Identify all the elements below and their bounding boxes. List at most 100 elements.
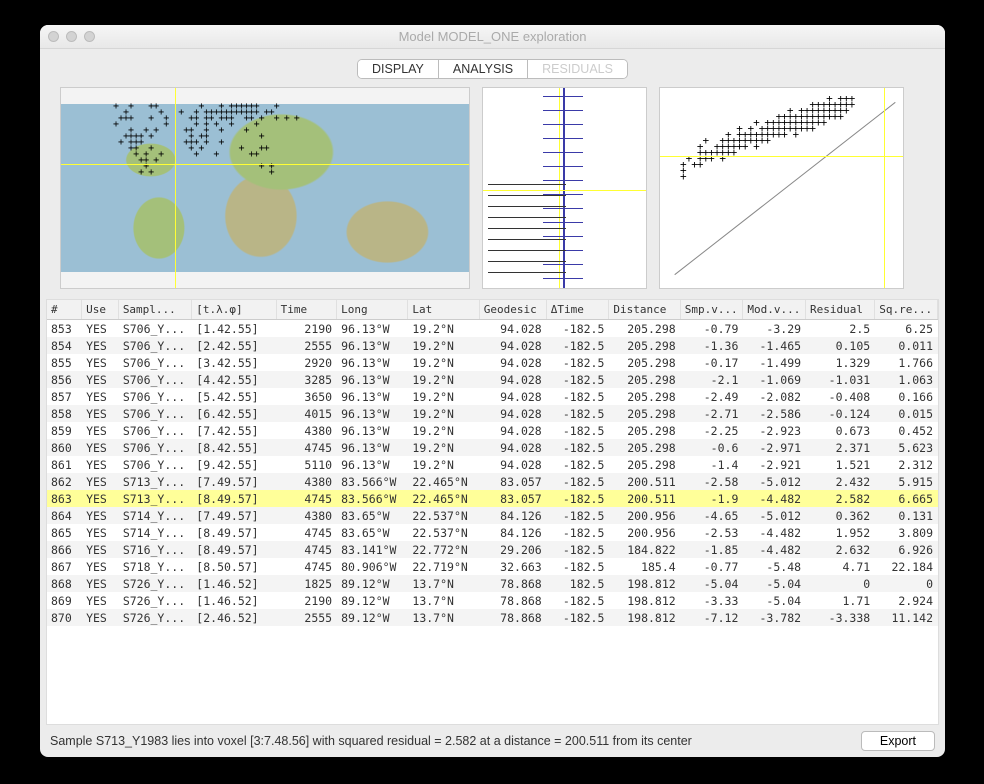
table-row[interactable]: 865YESS714_Y...[8.49.57]474583.65°W22.53… <box>47 524 938 541</box>
table-row[interactable]: 866YESS716_Y...[8.49.57]474583.141°W22.7… <box>47 541 938 558</box>
table-row[interactable]: 869YESS726_Y...[1.46.52]219089.12°W13.7°… <box>47 592 938 609</box>
close-icon[interactable] <box>48 31 59 42</box>
cell-lat: 22.772°N <box>408 541 479 558</box>
table-row[interactable]: 863YESS713_Y...[8.49.57]474583.566°W22.4… <box>47 490 938 507</box>
scatter-points: + +++ ++++++++ + +++++++++ ++++++++++++ … <box>680 96 854 180</box>
cell-mod: -5.04 <box>743 575 806 592</box>
table-row[interactable]: 859YESS706_Y...[7.42.55]438096.13°W19.2°… <box>47 422 938 439</box>
cell-smp: -1.9 <box>680 490 743 507</box>
table-row[interactable]: 854YESS706_Y...[2.42.55]255596.13°W19.2°… <box>47 337 938 354</box>
cell-samp: S706_Y... <box>118 354 191 371</box>
column-header[interactable]: ΔTime <box>546 300 609 320</box>
profile-panel[interactable] <box>482 87 647 289</box>
tab-analysis[interactable]: ANALYSIS <box>439 60 528 78</box>
column-header[interactable]: Use <box>82 300 119 320</box>
column-header[interactable]: Geodesic <box>479 300 546 320</box>
table-row[interactable]: 867YESS718_Y...[8.50.57]474580.906°W22.7… <box>47 558 938 575</box>
cell-geo: 84.126 <box>479 507 546 524</box>
cell-use: YES <box>82 507 119 524</box>
table-row[interactable]: 870YESS726_Y...[2.46.52]255589.12°W13.7°… <box>47 609 938 626</box>
table-row[interactable]: 857YESS706_Y...[5.42.55]365096.13°W19.2°… <box>47 388 938 405</box>
table-row[interactable]: 856YESS706_Y...[4.42.55]328596.13°W19.2°… <box>47 371 938 388</box>
column-header[interactable]: Sampl... <box>118 300 191 320</box>
traffic-lights <box>48 31 95 42</box>
cell-lat: 19.2°N <box>408 320 479 337</box>
column-header[interactable]: Long <box>337 300 408 320</box>
cell-voxel: [7.42.55] <box>192 422 276 439</box>
data-table[interactable]: #UseSampl...[t.λ.φ]TimeLongLatGeodesicΔT… <box>46 299 939 725</box>
column-header[interactable]: Distance <box>609 300 680 320</box>
cell-dt: -182.5 <box>546 524 609 541</box>
cell-time: 1825 <box>276 575 337 592</box>
table-row[interactable]: 861YESS706_Y...[9.42.55]511096.13°W19.2°… <box>47 456 938 473</box>
cell-samp: S726_Y... <box>118 592 191 609</box>
tab-residuals: RESIDUALS <box>528 60 627 78</box>
table-row[interactable]: 853YESS706_Y...[1.42.55]219096.13°W19.2°… <box>47 320 938 337</box>
cell-geo: 94.028 <box>479 388 546 405</box>
cell-time: 4745 <box>276 439 337 456</box>
column-header[interactable]: # <box>47 300 82 320</box>
tab-display[interactable]: DISPLAY <box>358 60 439 78</box>
cell-samp: S714_Y... <box>118 507 191 524</box>
cell-mod: -1.069 <box>743 371 806 388</box>
cell-use: YES <box>82 524 119 541</box>
table-row[interactable]: 855YESS706_Y...[3.42.55]292096.13°W19.2°… <box>47 354 938 371</box>
cell-voxel: [8.42.55] <box>192 439 276 456</box>
cell-voxel: [1.42.55] <box>192 320 276 337</box>
scatter-panel[interactable]: + +++ ++++++++ + +++++++++ ++++++++++++ … <box>659 87 904 289</box>
cell-lat: 19.2°N <box>408 371 479 388</box>
table-row[interactable]: 868YESS726_Y...[1.46.52]182589.12°W13.7°… <box>47 575 938 592</box>
table-row[interactable]: 862YESS713_Y...[7.49.57]438083.566°W22.4… <box>47 473 938 490</box>
column-header[interactable]: Mod.v... <box>743 300 806 320</box>
table-row[interactable]: 858YESS706_Y...[6.42.55]401596.13°W19.2°… <box>47 405 938 422</box>
cell-time: 4380 <box>276 422 337 439</box>
cell-dist: 198.812 <box>609 609 680 626</box>
cell-res: 1.71 <box>806 592 875 609</box>
column-header[interactable]: Lat <box>408 300 479 320</box>
cell-dist: 205.298 <box>609 371 680 388</box>
cell-lat: 22.465°N <box>408 473 479 490</box>
cell-dist: 200.511 <box>609 473 680 490</box>
cell-lat: 13.7°N <box>408 609 479 626</box>
cell-voxel: [6.42.55] <box>192 405 276 422</box>
cell-time: 3650 <box>276 388 337 405</box>
world-map-panel[interactable]: + + ++ + + ++++++ + + + + + +++++++++++ … <box>60 87 470 289</box>
export-button[interactable]: Export <box>861 731 935 751</box>
cell-use: YES <box>82 371 119 388</box>
cell-dist: 185.4 <box>609 558 680 575</box>
column-header[interactable]: Smp.v... <box>680 300 743 320</box>
cell-idx: 862 <box>47 473 82 490</box>
cell-idx: 865 <box>47 524 82 541</box>
table-row[interactable]: 864YESS714_Y...[7.49.57]438083.65°W22.53… <box>47 507 938 524</box>
zoom-icon[interactable] <box>84 31 95 42</box>
profile-level-line <box>488 250 566 251</box>
scatter-crosshair-h <box>660 156 903 157</box>
cell-res: 4.71 <box>806 558 875 575</box>
profile-tick <box>543 96 583 97</box>
profile-crosshair-v <box>559 88 560 288</box>
cell-idx: 853 <box>47 320 82 337</box>
cell-voxel: [1.46.52] <box>192 592 276 609</box>
cell-sq: 6.665 <box>875 490 938 507</box>
column-header[interactable]: Sq.re... <box>875 300 938 320</box>
table-row[interactable]: 860YESS706_Y...[8.42.55]474596.13°W19.2°… <box>47 439 938 456</box>
profile-tick <box>543 278 583 279</box>
cell-geo: 83.057 <box>479 490 546 507</box>
titlebar: Model MODEL_ONE exploration <box>40 25 945 49</box>
cell-samp: S716_Y... <box>118 541 191 558</box>
cell-lon: 96.13°W <box>337 337 408 354</box>
column-header[interactable]: [t.λ.φ] <box>192 300 276 320</box>
profile-tick <box>543 180 583 181</box>
cell-mod: -5.04 <box>743 592 806 609</box>
cell-geo: 94.028 <box>479 456 546 473</box>
cell-dt: -182.5 <box>546 558 609 575</box>
cell-dt: -182.5 <box>546 354 609 371</box>
cell-use: YES <box>82 320 119 337</box>
minimize-icon[interactable] <box>66 31 77 42</box>
cell-geo: 94.028 <box>479 337 546 354</box>
cell-smp: -2.1 <box>680 371 743 388</box>
cell-samp: S706_Y... <box>118 405 191 422</box>
column-header[interactable]: Time <box>276 300 337 320</box>
cell-lon: 96.13°W <box>337 405 408 422</box>
column-header[interactable]: Residual <box>806 300 875 320</box>
